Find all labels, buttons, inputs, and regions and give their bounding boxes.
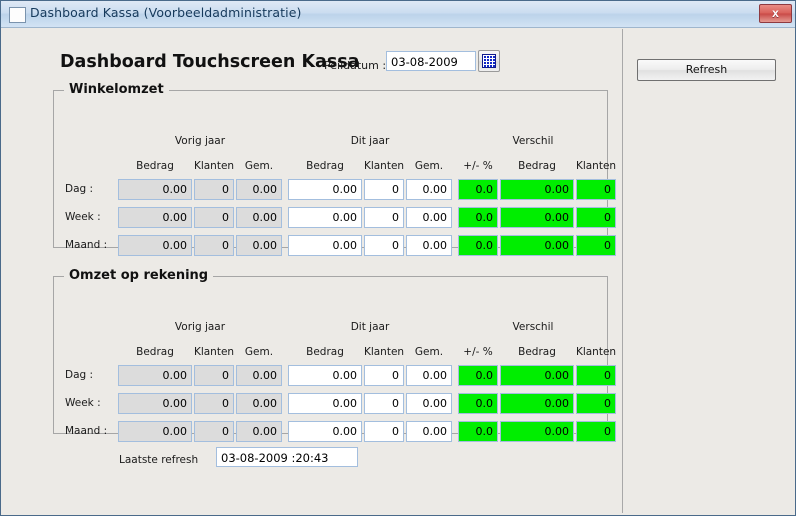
value-cell[interactable]: 0.00 (288, 393, 362, 414)
row-label: Maand : (65, 425, 108, 437)
row-label: Maand : (65, 239, 108, 251)
value-cell: 0.00 (236, 207, 282, 228)
value-cell[interactable]: 0.00 (406, 421, 452, 442)
laatste-refresh-label: Laatste refresh (119, 454, 199, 466)
value-cell: 0 (194, 393, 234, 414)
value-cell[interactable]: 0.00 (288, 365, 362, 386)
value-cell: 0.00 (236, 365, 282, 386)
laatste-refresh-input[interactable] (216, 447, 358, 467)
window-title: Dashboard Kassa (Voorbeeldadministratie) (30, 5, 302, 20)
row-label: Week : (65, 397, 101, 409)
value-cell: 0 (576, 365, 616, 386)
page-title: Dashboard Touchscreen Kassa (60, 52, 360, 72)
application-window: Dashboard Kassa (Voorbeeldadministratie)… (0, 0, 796, 516)
row-label: Dag : (65, 183, 94, 195)
calendar-picker-button[interactable] (478, 50, 500, 72)
value-cell: 0 (576, 207, 616, 228)
value-cell[interactable]: 0.00 (406, 365, 452, 386)
value-cell: 0.0 (458, 365, 498, 386)
value-cell[interactable]: 0.00 (288, 207, 362, 228)
value-cell[interactable]: 0.00 (406, 235, 452, 256)
column-group-header: Dit jaar (350, 321, 390, 333)
value-cell: 0 (576, 235, 616, 256)
value-cell: 0.00 (118, 179, 192, 200)
value-cell[interactable]: 0.00 (406, 393, 452, 414)
value-cell[interactable]: 0 (364, 421, 404, 442)
close-icon: x (772, 6, 779, 20)
value-cell: 0.00 (500, 421, 574, 442)
value-cell: 0.0 (458, 235, 498, 256)
panel-divider (622, 29, 623, 513)
value-cell: 0.00 (236, 393, 282, 414)
value-cell: 0.00 (118, 207, 192, 228)
peildatum-label: Peildatum : (324, 59, 387, 72)
value-cell[interactable]: 0.00 (406, 179, 452, 200)
window-icon (9, 7, 26, 23)
value-cell: 0.00 (236, 235, 282, 256)
group-title: Omzet op rekening (64, 268, 214, 283)
value-cell: 0.0 (458, 393, 498, 414)
value-cell: 0.00 (500, 179, 574, 200)
value-cell[interactable]: 0 (364, 179, 404, 200)
value-cell: 0.0 (458, 207, 498, 228)
value-cell: 0 (194, 179, 234, 200)
column-group-header: Verschil (512, 321, 554, 333)
value-cell: 0.00 (236, 421, 282, 442)
value-cell[interactable]: 0 (364, 365, 404, 386)
value-cell: 0.00 (118, 421, 192, 442)
column-group-header: Vorig jaar (174, 135, 226, 147)
close-button[interactable]: x (759, 4, 792, 23)
value-cell: 0 (194, 207, 234, 228)
column-group-header: Verschil (512, 135, 554, 147)
value-cell: 0 (576, 393, 616, 414)
value-cell: 0.00 (500, 207, 574, 228)
client-area: Dashboard Touchscreen Kassa Peildatum : … (3, 29, 795, 513)
value-cell[interactable]: 0 (364, 393, 404, 414)
value-cell: 0 (576, 421, 616, 442)
value-cell: 0 (194, 235, 234, 256)
row-label: Week : (65, 211, 101, 223)
title-bar: Dashboard Kassa (Voorbeeldadministratie)… (1, 1, 795, 28)
refresh-button[interactable]: Refresh (637, 59, 776, 81)
value-cell: 0 (576, 179, 616, 200)
value-cell[interactable]: 0.00 (406, 207, 452, 228)
group-title: Winkelomzet (64, 82, 169, 97)
value-cell: 0.00 (236, 179, 282, 200)
value-cell[interactable]: 0 (364, 207, 404, 228)
value-cell[interactable]: 0.00 (288, 235, 362, 256)
calendar-icon (482, 54, 496, 68)
value-cell: 0.00 (118, 393, 192, 414)
value-cell: 0.00 (500, 235, 574, 256)
peildatum-input[interactable] (386, 51, 476, 71)
value-cell: 0.0 (458, 179, 498, 200)
value-cell: 0.00 (500, 393, 574, 414)
column-group-header: Vorig jaar (174, 321, 226, 333)
value-cell: 0.00 (500, 365, 574, 386)
column-header: Klanten (575, 160, 617, 172)
value-cell: 0.00 (118, 365, 192, 386)
value-cell[interactable]: 0.00 (288, 421, 362, 442)
value-cell[interactable]: 0 (364, 235, 404, 256)
value-cell: 0.0 (458, 421, 498, 442)
value-cell: 0.00 (118, 235, 192, 256)
value-cell[interactable]: 0.00 (288, 179, 362, 200)
row-label: Dag : (65, 369, 94, 381)
column-header: Klanten (575, 346, 617, 358)
value-cell: 0 (194, 421, 234, 442)
column-group-header: Dit jaar (350, 135, 390, 147)
value-cell: 0 (194, 365, 234, 386)
